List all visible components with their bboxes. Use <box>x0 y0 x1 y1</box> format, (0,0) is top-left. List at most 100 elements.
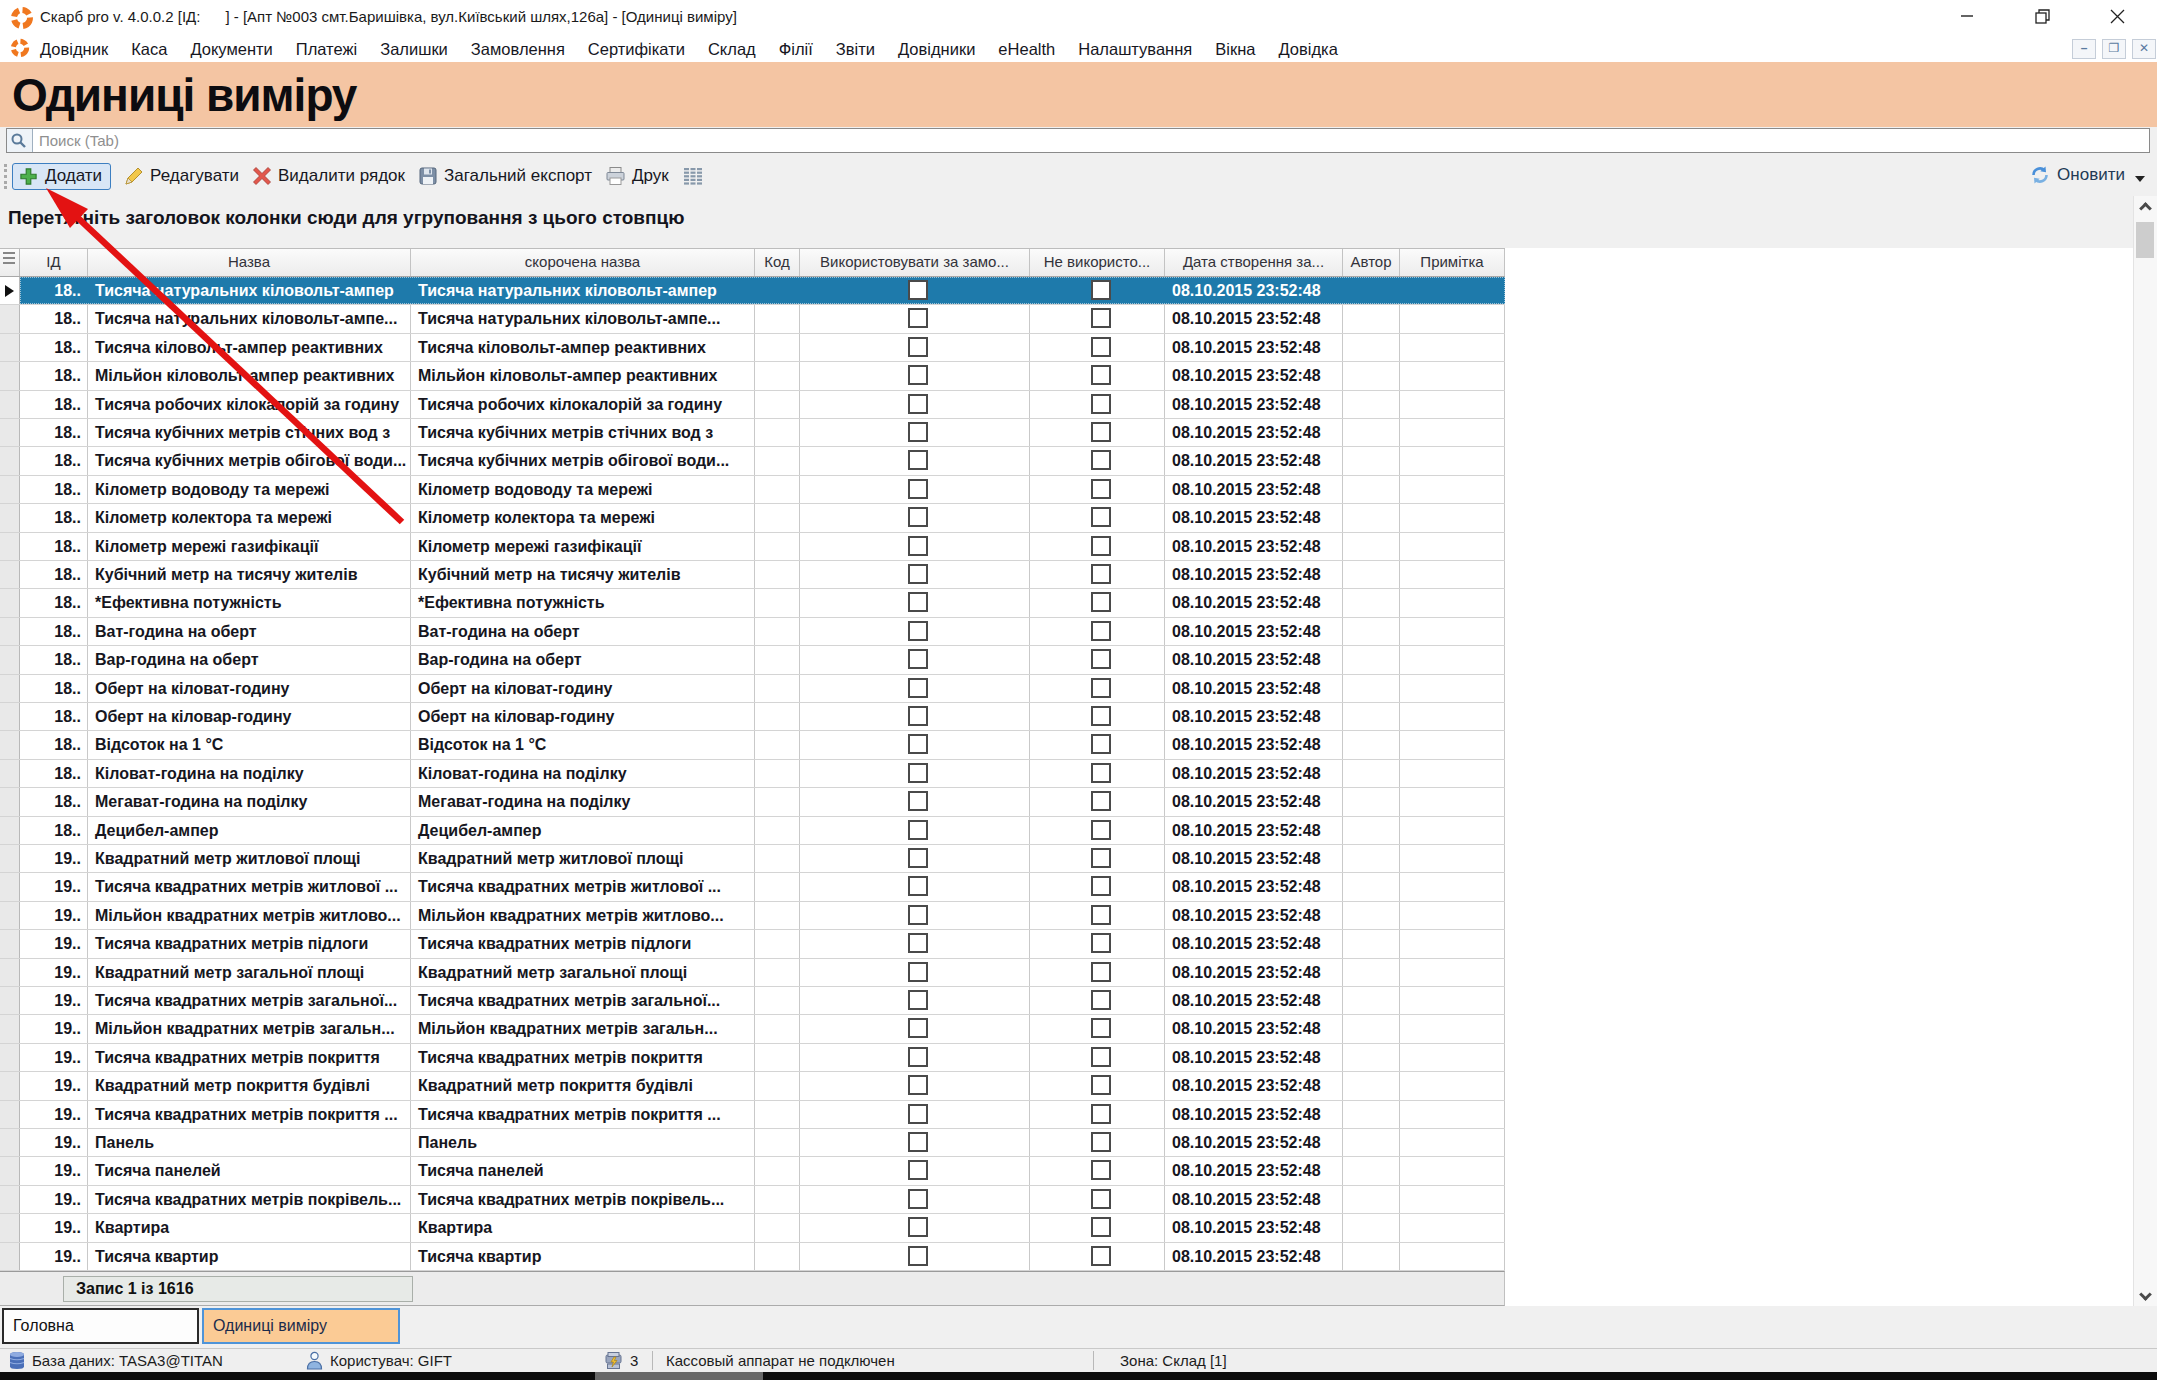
checkbox-use_default[interactable] <box>908 791 928 811</box>
table-row[interactable]: 18..Мільйон кіловольт-ампер реактивнихМі… <box>0 362 1505 390</box>
checkbox-not_use[interactable] <box>1091 990 1111 1010</box>
checkbox-not_use[interactable] <box>1091 507 1111 527</box>
checkbox-use_default[interactable] <box>908 394 928 414</box>
checkbox-use_default[interactable] <box>908 1104 928 1124</box>
column-header-use_default[interactable]: Використовувати за замо... <box>800 249 1030 276</box>
menu-item-14[interactable]: Довідка <box>1278 40 1337 59</box>
add-button[interactable]: Додати <box>12 163 111 190</box>
menu-item-12[interactable]: Налаштування <box>1078 40 1192 59</box>
checkbox-not_use[interactable] <box>1091 479 1111 499</box>
menu-item-1[interactable]: Каса <box>131 40 167 59</box>
checkbox-not_use[interactable] <box>1091 649 1111 669</box>
checkbox-use_default[interactable] <box>908 1047 928 1067</box>
checkbox-not_use[interactable] <box>1091 1189 1111 1209</box>
checkbox-use_default[interactable] <box>908 536 928 556</box>
checkbox-not_use[interactable] <box>1091 791 1111 811</box>
checkbox-not_use[interactable] <box>1091 394 1111 414</box>
columns-icon[interactable] <box>682 167 704 186</box>
column-header-not_use[interactable]: Не використо... <box>1030 249 1165 276</box>
checkbox-not_use[interactable] <box>1091 820 1111 840</box>
checkbox-use_default[interactable] <box>908 876 928 896</box>
checkbox-use_default[interactable] <box>908 1217 928 1237</box>
print-button[interactable]: Друк <box>605 166 669 186</box>
table-row[interactable]: 18..Вар-година на обертВар-година на обе… <box>0 646 1505 674</box>
column-header-name[interactable]: Назва <box>88 249 411 276</box>
menu-item-3[interactable]: Платежі <box>296 40 357 59</box>
checkbox-use_default[interactable] <box>908 422 928 442</box>
refresh-button[interactable]: Оновити <box>2029 164 2145 186</box>
table-row[interactable]: 18..Кілометр колектора та мережіКілометр… <box>0 504 1505 532</box>
toolbar-drag-handle[interactable] <box>4 164 7 189</box>
checkbox-not_use[interactable] <box>1091 280 1111 300</box>
checkbox-use_default[interactable] <box>908 990 928 1010</box>
table-row[interactable]: 18..Децибел-амперДецибел-ампер08.10.2015… <box>0 817 1505 845</box>
checkbox-not_use[interactable] <box>1091 876 1111 896</box>
table-row[interactable]: 18..Відсоток на 1 °СВідсоток на 1 °С08.1… <box>0 731 1505 759</box>
toolbar-overflow-caret[interactable] <box>2135 176 2145 182</box>
table-row[interactable]: 18..Тисяча натуральних кіловольт-ампе...… <box>0 305 1505 333</box>
checkbox-not_use[interactable] <box>1091 734 1111 754</box>
checkbox-not_use[interactable] <box>1091 1104 1111 1124</box>
minimize-button[interactable] <box>1945 0 1989 32</box>
checkbox-use_default[interactable] <box>908 820 928 840</box>
restore-button[interactable] <box>2020 0 2064 32</box>
checkbox-not_use[interactable] <box>1091 422 1111 442</box>
checkbox-use_default[interactable] <box>908 621 928 641</box>
checkbox-not_use[interactable] <box>1091 450 1111 470</box>
checkbox-not_use[interactable] <box>1091 365 1111 385</box>
checkbox-not_use[interactable] <box>1091 905 1111 925</box>
checkbox-use_default[interactable] <box>908 450 928 470</box>
edit-button[interactable]: Редагувати <box>124 166 239 186</box>
checkbox-use_default[interactable] <box>908 1160 928 1180</box>
menu-item-8[interactable]: Філії <box>779 40 813 59</box>
table-row[interactable]: 19..Мільйон квадратних метрів загальн...… <box>0 1015 1505 1043</box>
vertical-scrollbar[interactable] <box>2133 196 2157 1307</box>
checkbox-use_default[interactable] <box>908 734 928 754</box>
search-input[interactable]: Поиск (Tab) <box>6 128 2150 153</box>
checkbox-use_default[interactable] <box>908 848 928 868</box>
mdi-minimize-button[interactable]: – <box>2072 39 2096 59</box>
checkbox-not_use[interactable] <box>1091 1047 1111 1067</box>
table-row[interactable]: 19..Тисяча квадратних метрів покрівель..… <box>0 1186 1505 1214</box>
checkbox-not_use[interactable] <box>1091 1160 1111 1180</box>
table-row[interactable]: 19..КвартираКвартира08.10.2015 23:52:48 <box>0 1214 1505 1242</box>
table-row[interactable]: 18..Кіловат-година на поділкуКіловат-год… <box>0 760 1505 788</box>
menu-item-5[interactable]: Замовлення <box>471 40 565 59</box>
checkbox-use_default[interactable] <box>908 678 928 698</box>
checkbox-not_use[interactable] <box>1091 962 1111 982</box>
bottom-tab-1[interactable]: Одиниці виміру <box>202 1308 400 1344</box>
checkbox-not_use[interactable] <box>1091 337 1111 357</box>
checkbox-use_default[interactable] <box>908 1189 928 1209</box>
checkbox-use_default[interactable] <box>908 337 928 357</box>
checkbox-not_use[interactable] <box>1091 706 1111 726</box>
table-row[interactable]: 18..Мегават-година на поділкуМегават-год… <box>0 788 1505 816</box>
checkbox-use_default[interactable] <box>908 962 928 982</box>
table-row[interactable]: 18..Ват-година на обертВат-година на обе… <box>0 618 1505 646</box>
checkbox-not_use[interactable] <box>1091 592 1111 612</box>
checkbox-use_default[interactable] <box>908 564 928 584</box>
checkbox-use_default[interactable] <box>908 1018 928 1038</box>
table-row[interactable]: 19..Тисяча квадратних метрів підлогиТися… <box>0 930 1505 958</box>
checkbox-use_default[interactable] <box>908 365 928 385</box>
checkbox-not_use[interactable] <box>1091 933 1111 953</box>
checkbox-use_default[interactable] <box>908 1075 928 1095</box>
scroll-down-icon[interactable] <box>2139 1288 2152 1301</box>
column-header-author[interactable]: Автор <box>1343 249 1400 276</box>
checkbox-use_default[interactable] <box>908 1246 928 1266</box>
mdi-close-button[interactable]: ✕ <box>2132 39 2156 59</box>
checkbox-not_use[interactable] <box>1091 1246 1111 1266</box>
table-row[interactable]: 18..Кілометр мережі газифікаціїКілометр … <box>0 533 1505 561</box>
menu-item-2[interactable]: Документи <box>190 40 272 59</box>
column-header-id[interactable]: ІД <box>20 249 88 276</box>
menu-item-10[interactable]: Довідники <box>898 40 975 59</box>
menu-item-4[interactable]: Залишки <box>380 40 448 59</box>
table-row[interactable]: 19..ПанельПанель08.10.2015 23:52:48 <box>0 1129 1505 1157</box>
table-row[interactable]: 18..Кілометр водоводу та мережіКілометр … <box>0 476 1505 504</box>
table-row[interactable]: 19..Тисяча квадратних метрів покриття ..… <box>0 1101 1505 1129</box>
close-button[interactable] <box>2095 0 2139 32</box>
checkbox-use_default[interactable] <box>908 905 928 925</box>
table-row[interactable]: 19..Квадратний метр загальної площіКвадр… <box>0 959 1505 987</box>
menu-item-11[interactable]: eHealth <box>998 40 1055 59</box>
column-header-date[interactable]: Дата створення за... <box>1165 249 1343 276</box>
bottom-tab-0[interactable]: Головна <box>2 1308 199 1344</box>
